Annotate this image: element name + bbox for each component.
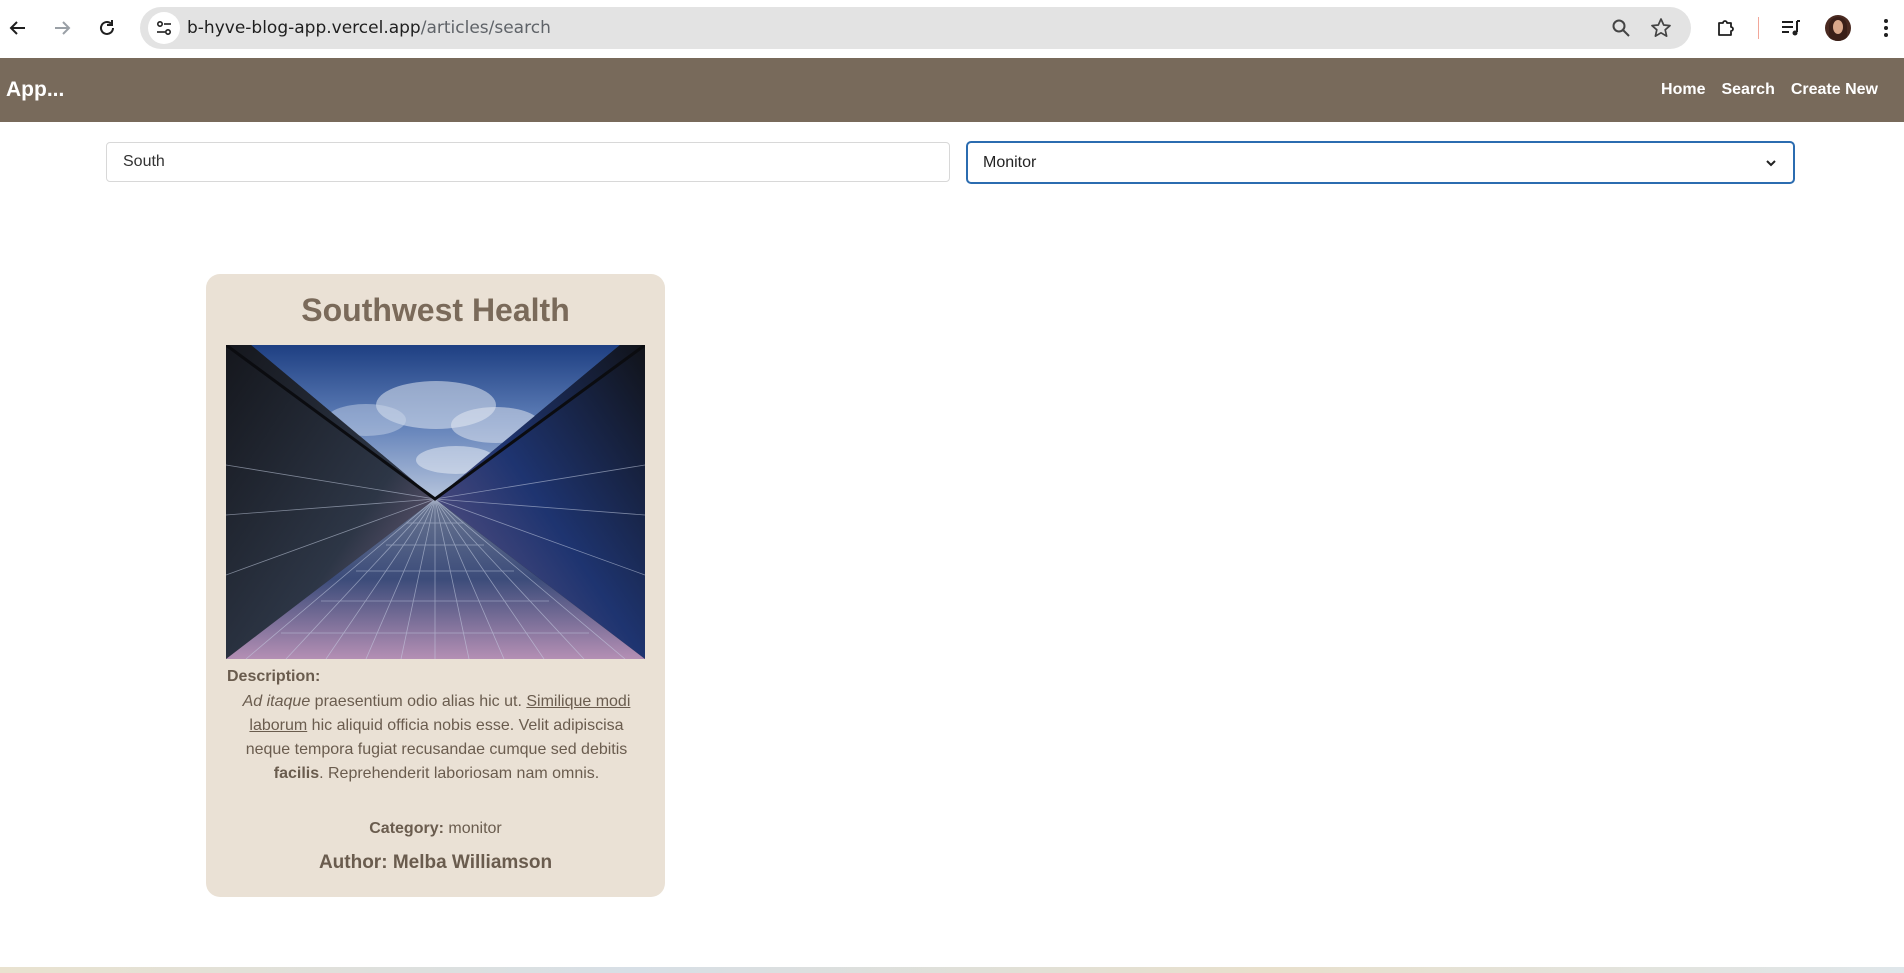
description-text: Ad itaque praesentium odio alias hic ut.… xyxy=(242,690,631,786)
bookmark-button[interactable] xyxy=(1649,16,1673,40)
skyscraper-photo xyxy=(226,345,645,659)
magnifier-icon xyxy=(1612,19,1630,37)
description-part-3: . Reprehenderit laboriosam nam omnis. xyxy=(319,765,600,782)
description-label: Description: xyxy=(227,668,321,685)
nav-links: Home Search Create New xyxy=(1661,58,1878,122)
app-navbar: App... Home Search Create New xyxy=(0,58,1904,122)
star-icon xyxy=(1651,18,1671,37)
nav-link-search[interactable]: Search xyxy=(1721,81,1774,99)
profile-avatar[interactable] xyxy=(1825,15,1851,41)
chevron-down-icon xyxy=(1766,159,1776,166)
description-part-1: praesentium odio alias hic ut. xyxy=(310,693,527,710)
kebab-menu-icon xyxy=(1884,19,1888,37)
toolbar-divider xyxy=(1758,17,1759,39)
queue-music-icon xyxy=(1782,20,1800,36)
reload-button[interactable] xyxy=(91,12,123,44)
card-title-text: Southwest Health xyxy=(301,292,570,328)
browser-toolbar: b-hyve-blog-app.vercel.app/articles/sear… xyxy=(0,0,1904,58)
nav-link-create-new[interactable]: Create New xyxy=(1791,81,1878,99)
category-line: Category: monitor xyxy=(206,820,665,838)
search-input[interactable] xyxy=(106,142,950,182)
author-line: Author: Melba Williamson xyxy=(206,852,665,874)
description-bold: facilis xyxy=(273,765,320,782)
zoom-button[interactable] xyxy=(1609,16,1633,40)
category-value: monitor xyxy=(448,820,502,837)
site-info-button[interactable] xyxy=(148,12,180,44)
app-brand[interactable]: App... xyxy=(6,58,64,122)
url-text: b-hyve-blog-app.vercel.app/articles/sear… xyxy=(187,7,551,49)
article-image xyxy=(226,345,645,659)
avatar-face xyxy=(1833,20,1843,34)
forward-arrow-icon xyxy=(55,21,71,35)
tune-icon xyxy=(156,20,172,36)
puzzle-icon xyxy=(1718,20,1734,36)
nav-link-home[interactable]: Home xyxy=(1661,81,1705,99)
media-button[interactable] xyxy=(1775,12,1807,44)
article-card[interactable]: Southwest Health Description: Ad itaque … xyxy=(206,274,665,897)
url-path: /articles/search xyxy=(420,18,551,38)
back-button[interactable] xyxy=(2,12,34,44)
browser-menu-button[interactable] xyxy=(1870,12,1902,44)
description-italic: Ad itaque xyxy=(242,693,311,710)
address-bar[interactable]: b-hyve-blog-app.vercel.app/articles/sear… xyxy=(140,7,1691,49)
author-label: Author: xyxy=(318,852,388,873)
category-label: Category: xyxy=(369,820,444,837)
category-selected-value: Monitor xyxy=(983,153,1037,171)
reload-icon xyxy=(100,20,114,35)
author-name: Melba Williamson xyxy=(392,852,553,873)
url-host: b-hyve-blog-app.vercel.app xyxy=(187,18,421,38)
back-arrow-icon xyxy=(9,21,25,35)
forward-button[interactable] xyxy=(46,12,78,44)
extensions-button[interactable] xyxy=(1710,12,1742,44)
bottom-strip xyxy=(0,967,1904,973)
card-title: Southwest Health xyxy=(206,292,665,329)
category-select[interactable]: Monitor xyxy=(966,141,1795,184)
